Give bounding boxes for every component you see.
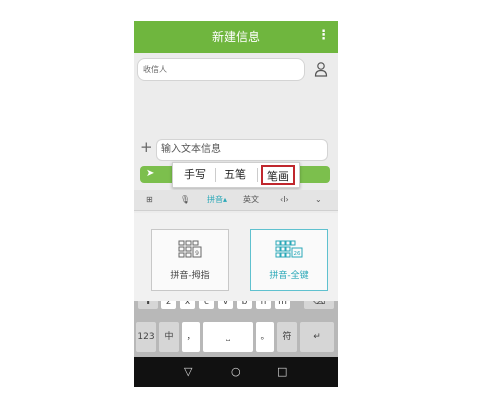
phone-screen: 新建信息 ⋮ 收信人 + 输入文本信息 ➤ 手写 五笔 笔画 ⊞ 🎙 拼音▴ 英… xyxy=(134,21,338,387)
period-key[interactable]: 。 xyxy=(256,322,274,352)
twentysix-badge: 26 xyxy=(294,251,301,257)
page-title: 新建信息 xyxy=(211,30,260,44)
ime-option-handwriting[interactable]: 手写 xyxy=(177,163,213,187)
more-menu-icon[interactable]: ⋮ xyxy=(317,21,330,53)
send-icon: ➤ xyxy=(146,168,155,179)
enter-key[interactable]: ↵ xyxy=(300,322,334,352)
recipient-input[interactable]: 收信人 xyxy=(137,58,305,81)
home-icon[interactable]: ○ xyxy=(231,357,241,387)
nine-key-icon: 9 xyxy=(152,240,228,264)
layout-pinyin-full-label: 拼音-全键 xyxy=(269,271,309,281)
comma-key[interactable]: ， xyxy=(182,322,200,352)
microphone-icon[interactable]: 🎙 xyxy=(180,190,190,210)
attach-plus-icon[interactable]: + xyxy=(140,139,153,155)
message-placeholder: 输入文本信息 xyxy=(161,144,221,155)
system-navbar: ▽ ○ □ xyxy=(134,357,338,387)
pinyin-mode-button[interactable]: 拼音▴ xyxy=(207,190,227,210)
full-keyboard-icon: 26 xyxy=(251,240,327,264)
ime-option-stroke[interactable]: 笔画 xyxy=(261,165,295,185)
grid-icon[interactable]: ⊞ xyxy=(146,190,153,210)
english-mode-button[interactable]: 英文 xyxy=(243,190,259,210)
recent-apps-icon[interactable]: □ xyxy=(277,357,287,387)
divider xyxy=(257,168,258,182)
contact-picker-icon[interactable] xyxy=(314,61,328,77)
space-key[interactable]: ⎵ xyxy=(203,322,253,352)
nine-badge: 9 xyxy=(195,250,199,257)
recipient-placeholder: 收信人 xyxy=(143,65,167,74)
number-key[interactable]: 123 xyxy=(136,322,156,352)
collapse-keyboard-icon[interactable]: ⌄ xyxy=(315,190,322,210)
message-input[interactable]: 输入文本信息 xyxy=(156,139,328,161)
layout-pinyin-thumb-label: 拼音-拇指 xyxy=(170,271,210,281)
divider xyxy=(215,168,216,182)
layout-pinyin-thumb-card[interactable]: 9 拼音-拇指 xyxy=(151,229,229,291)
ime-toolbar: ⊞ 🎙 拼音▴ 英文 ‹I› ⌄ xyxy=(134,190,338,211)
layout-pinyin-full-card[interactable]: 26 拼音-全键 xyxy=(250,229,328,291)
symbol-key[interactable]: 符 xyxy=(277,322,297,352)
back-icon[interactable]: ▽ xyxy=(184,357,192,387)
keyboard-layout-panel: 9 拼音-拇指 26 拼音-全键 xyxy=(134,213,338,301)
ime-option-wubi[interactable]: 五笔 xyxy=(217,163,253,187)
chinese-toggle-key[interactable]: 中 xyxy=(159,322,179,352)
cursor-move-icon[interactable]: ‹I› xyxy=(280,190,289,210)
app-header: 新建信息 ⋮ xyxy=(134,21,338,53)
ime-mode-popup: 手写 五笔 笔画 xyxy=(172,162,300,188)
